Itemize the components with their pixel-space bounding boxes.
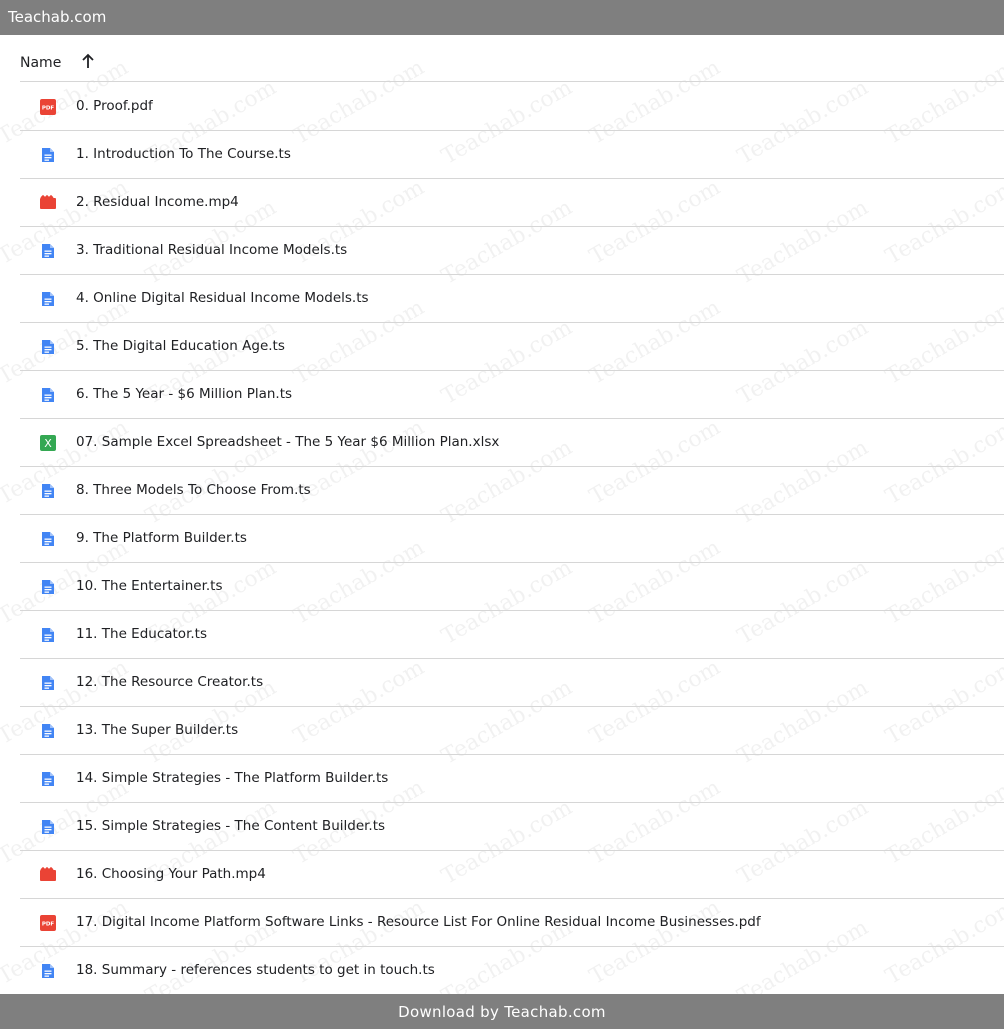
file-name[interactable]: 10. The Entertainer.ts	[76, 578, 223, 594]
document-file-icon	[40, 579, 56, 595]
document-file-icon	[40, 387, 56, 403]
file-row[interactable]: 18. Summary - references students to get…	[20, 947, 1004, 995]
file-row[interactable]: 15. Simple Strategies - The Content Buil…	[20, 803, 1004, 851]
file-list: PDF 0. Proof.pdf 1. Introduction To The Co…	[20, 83, 1004, 995]
file-row[interactable]: PDF 17. Digital Income Platform Software …	[20, 899, 1004, 947]
file-name[interactable]: 07. Sample Excel Spreadsheet - The 5 Yea…	[76, 434, 499, 450]
name-column-header[interactable]: Name	[20, 55, 61, 71]
file-name[interactable]: 13. The Super Builder.ts	[76, 722, 238, 738]
file-name[interactable]: 8. Three Models To Choose From.ts	[76, 482, 311, 498]
document-file-icon	[40, 291, 56, 307]
pdf-file-icon: PDF	[40, 915, 56, 931]
document-file-icon	[40, 339, 56, 355]
document-file-icon	[40, 147, 56, 163]
file-name[interactable]: 17. Digital Income Platform Software Lin…	[76, 914, 761, 930]
file-name[interactable]: 12. The Resource Creator.ts	[76, 674, 263, 690]
file-name[interactable]: 5. The Digital Education Age.ts	[76, 338, 285, 354]
file-name[interactable]: 4. Online Digital Residual Income Models…	[76, 290, 369, 306]
file-row[interactable]: 4. Online Digital Residual Income Models…	[20, 275, 1004, 323]
sort-ascending-icon[interactable]	[80, 53, 96, 71]
video-file-icon	[40, 867, 56, 883]
document-file-icon	[40, 675, 56, 691]
file-row[interactable]: X 07. Sample Excel Spreadsheet - The 5 Ye…	[20, 419, 1004, 467]
document-file-icon	[40, 531, 56, 547]
file-row[interactable]: 8. Three Models To Choose From.ts	[20, 467, 1004, 515]
file-row[interactable]: 14. Simple Strategies - The Platform Bui…	[20, 755, 1004, 803]
file-name[interactable]: 16. Choosing Your Path.mp4	[76, 866, 266, 882]
file-row[interactable]: 6. The 5 Year - $6 Million Plan.ts	[20, 371, 1004, 419]
document-file-icon	[40, 627, 56, 643]
file-row[interactable]: 16. Choosing Your Path.mp4	[20, 851, 1004, 899]
file-name[interactable]: 1. Introduction To The Course.ts	[76, 146, 291, 162]
document-file-icon	[40, 819, 56, 835]
file-row[interactable]: 5. The Digital Education Age.ts	[20, 323, 1004, 371]
video-file-icon	[40, 195, 56, 211]
file-row[interactable]: 3. Traditional Residual Income Models.ts	[20, 227, 1004, 275]
file-row[interactable]: 11. The Educator.ts	[20, 611, 1004, 659]
pdf-icon-text: PDF	[42, 922, 55, 928]
file-name[interactable]: 6. The 5 Year - $6 Million Plan.ts	[76, 386, 292, 402]
file-name[interactable]: 15. Simple Strategies - The Content Buil…	[76, 818, 385, 834]
footer-bar: Download by Teachab.com	[0, 994, 1004, 1029]
site-title: Teachab.com	[8, 8, 107, 26]
spreadsheet-file-icon: X	[40, 435, 56, 451]
file-row[interactable]: 13. The Super Builder.ts	[20, 707, 1004, 755]
file-row[interactable]: 12. The Resource Creator.ts	[20, 659, 1004, 707]
list-header: Name	[20, 48, 1004, 82]
file-name[interactable]: 2. Residual Income.mp4	[76, 194, 239, 210]
sheet-icon-text: X	[44, 437, 52, 450]
footer-text: Download by Teachab.com	[398, 1003, 606, 1021]
pdf-file-icon: PDF	[40, 99, 56, 115]
document-file-icon	[40, 771, 56, 787]
file-name[interactable]: 0. Proof.pdf	[76, 98, 153, 114]
file-name[interactable]: 11. The Educator.ts	[76, 626, 207, 642]
file-row[interactable]: PDF 0. Proof.pdf	[20, 83, 1004, 131]
document-file-icon	[40, 723, 56, 739]
top-bar: Teachab.com	[0, 0, 1004, 35]
file-row[interactable]: 2. Residual Income.mp4	[20, 179, 1004, 227]
document-file-icon	[40, 963, 56, 979]
document-file-icon	[40, 483, 56, 499]
file-row[interactable]: 1. Introduction To The Course.ts	[20, 131, 1004, 179]
file-row[interactable]: 10. The Entertainer.ts	[20, 563, 1004, 611]
file-name[interactable]: 9. The Platform Builder.ts	[76, 530, 247, 546]
file-row[interactable]: 9. The Platform Builder.ts	[20, 515, 1004, 563]
document-file-icon	[40, 243, 56, 259]
file-name[interactable]: 18. Summary - references students to get…	[76, 962, 435, 978]
pdf-icon-text: PDF	[42, 106, 55, 112]
file-name[interactable]: 3. Traditional Residual Income Models.ts	[76, 242, 347, 258]
file-name[interactable]: 14. Simple Strategies - The Platform Bui…	[76, 770, 388, 786]
